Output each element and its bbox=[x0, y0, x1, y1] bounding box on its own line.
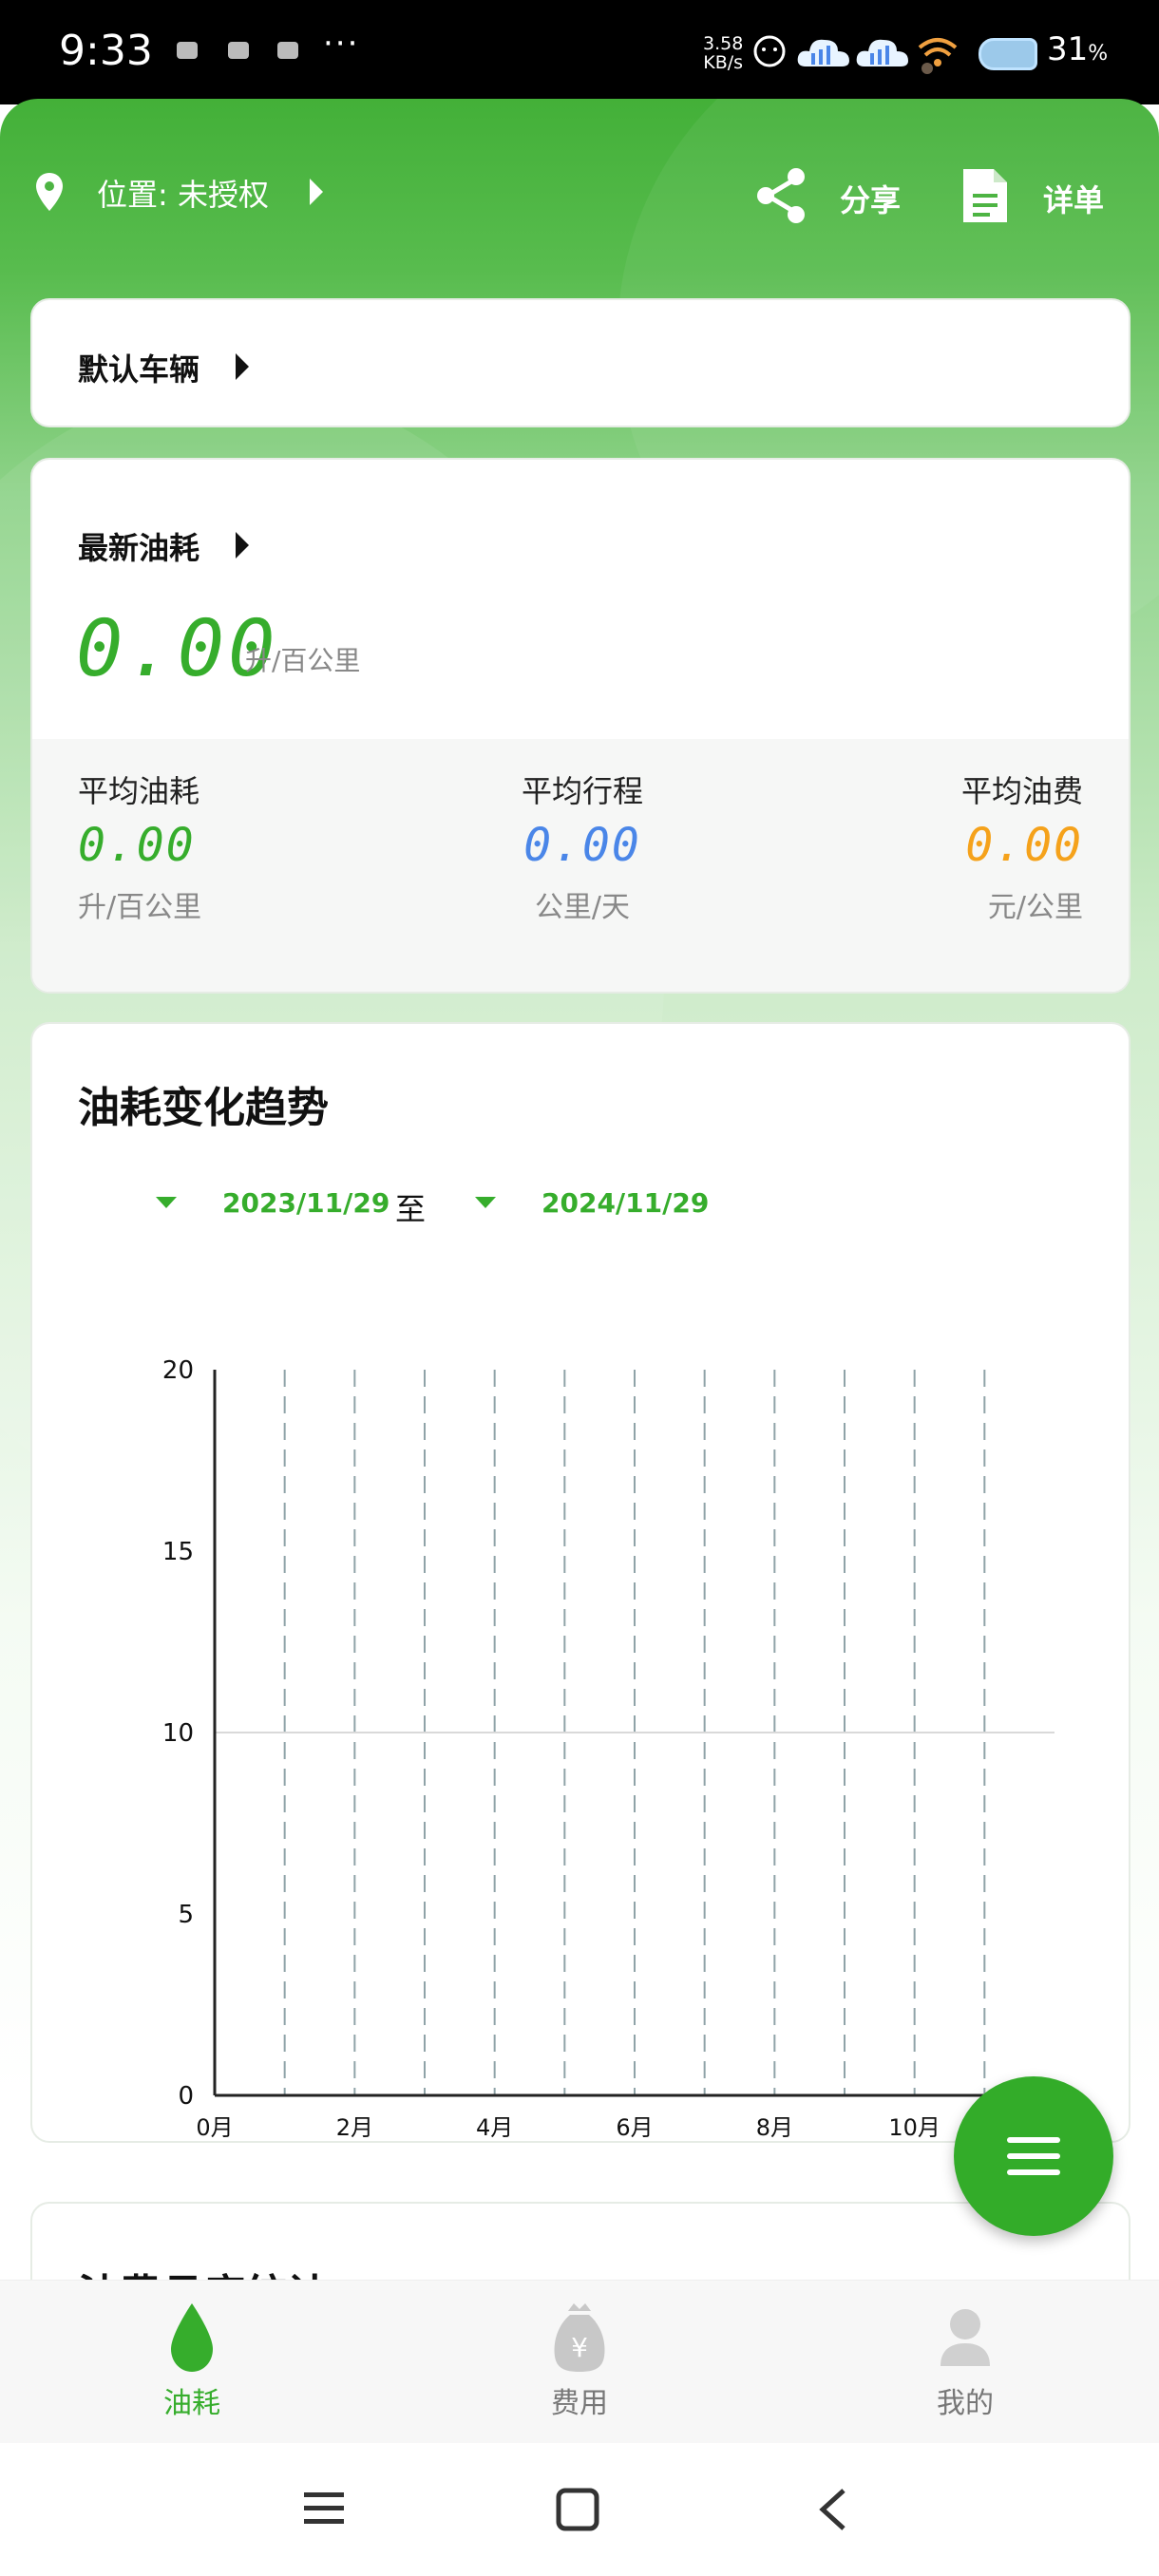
avg-fuel-cost-value: 0.00 bbox=[965, 819, 1083, 872]
caret-right-icon[interactable] bbox=[236, 532, 249, 559]
vehicle-label: 默认车辆 bbox=[78, 351, 200, 388]
tiktok-icon bbox=[277, 42, 298, 59]
share-icon[interactable] bbox=[752, 165, 809, 226]
vehicle-card[interactable]: 默认车辆 bbox=[30, 298, 1130, 427]
to-label: 至 bbox=[395, 1191, 427, 1227]
avg-trip-value: 0.00 bbox=[523, 819, 641, 872]
location-pin-icon[interactable] bbox=[34, 171, 65, 213]
profile-icon bbox=[940, 2309, 990, 2366]
svg-text:¥: ¥ bbox=[571, 2332, 588, 2363]
nav-profile-label: 我的 bbox=[937, 2387, 994, 2420]
stats-panel: 平均油耗 0.00 升/百公里 平均行程 0.00 公里/天 平均油费 0.00… bbox=[32, 739, 1129, 992]
money-bag-icon: ¥ bbox=[554, 2303, 605, 2372]
recent-apps-icon[interactable] bbox=[300, 2487, 348, 2530]
avg-consumption-value: 0.00 bbox=[78, 819, 196, 872]
nav-cost-label: 费用 bbox=[551, 2387, 608, 2420]
location-label: 位置: bbox=[97, 177, 168, 213]
y-tick-label: 0 bbox=[178, 2082, 194, 2111]
alarm-icon bbox=[753, 35, 786, 67]
nav-fuel[interactable]: 油耗 bbox=[78, 2281, 306, 2444]
battery-level: 31% bbox=[1047, 30, 1109, 68]
signal-cloud-icon bbox=[856, 39, 908, 66]
signal-cloud-icon bbox=[797, 39, 849, 66]
clock: 9:33 bbox=[59, 27, 153, 75]
top-bar: 位置: 未授权 分享 详单 bbox=[0, 152, 1159, 237]
trend-chart-card: 油耗变化趋势 2023/11/29 至 2024/11/29 0 5 10 15 20 0… bbox=[30, 1022, 1130, 2143]
x-tick-label: 8月 bbox=[756, 2114, 793, 2141]
end-date-picker[interactable]: 2024/11/29 bbox=[542, 1187, 709, 1219]
avg-consumption-stat: 平均油耗 0.00 升/百公里 bbox=[78, 739, 363, 925]
back-icon[interactable] bbox=[813, 2487, 851, 2532]
y-tick-label: 20 bbox=[162, 1356, 194, 1385]
share-button[interactable]: 分享 bbox=[840, 177, 901, 220]
nav-fuel-label: 油耗 bbox=[163, 2387, 220, 2420]
x-tick-label: 4月 bbox=[476, 2114, 513, 2141]
x-tick-label: 0月 bbox=[196, 2114, 233, 2141]
document-icon[interactable] bbox=[960, 165, 1011, 226]
y-tick-label: 5 bbox=[178, 1901, 194, 1929]
latest-consumption-card: 最新油耗 0.00 升/百公里 平均油耗 0.00 升/百公里 平均行程 0.0… bbox=[30, 458, 1130, 994]
x-tick-label: 6月 bbox=[616, 2114, 653, 2141]
avg-trip-stat: 平均行程 0.00 公里/天 bbox=[440, 739, 725, 925]
menu-icon bbox=[1007, 2137, 1060, 2143]
more-notifications-icon: ··· bbox=[323, 25, 360, 63]
home-icon[interactable] bbox=[555, 2487, 600, 2532]
dropdown-icon[interactable] bbox=[475, 1197, 496, 1208]
system-nav-bar bbox=[0, 2443, 1159, 2576]
location-value: 未授权 bbox=[177, 177, 269, 213]
caret-right-icon[interactable] bbox=[310, 179, 323, 205]
avg-fuel-cost-stat: 平均油费 0.00 元/公里 bbox=[798, 739, 1083, 925]
x-tick-label: 10月 bbox=[888, 2114, 940, 2141]
latest-consumption-unit: 升/百公里 bbox=[245, 645, 361, 676]
dropdown-icon[interactable] bbox=[156, 1197, 177, 1208]
battery-icon bbox=[978, 38, 1037, 70]
latest-consumption-label[interactable]: 最新油耗 bbox=[78, 524, 200, 568]
status-bar: 9:33 ··· 3.58 KB/s 31% bbox=[0, 0, 1159, 104]
wifi-icon bbox=[918, 38, 958, 74]
trend-chart: 051015200月2月4月6月8月10月12月 bbox=[162, 1356, 1080, 2141]
bottom-nav: 油耗 ¥ 费用 我的 bbox=[0, 2280, 1159, 2443]
network-speed: 3.58 KB/s bbox=[703, 33, 744, 73]
y-tick-label: 15 bbox=[162, 1538, 194, 1566]
notification-icon bbox=[177, 42, 198, 59]
detail-button[interactable]: 详单 bbox=[1043, 177, 1104, 220]
start-date-picker[interactable]: 2023/11/29 bbox=[222, 1187, 390, 1219]
x-tick-label: 2月 bbox=[336, 2114, 373, 2141]
location-selector[interactable]: 位置: 未授权 bbox=[97, 171, 269, 215]
nav-cost[interactable]: ¥ 费用 bbox=[466, 2281, 694, 2444]
nav-profile[interactable]: 我的 bbox=[851, 2281, 1079, 2444]
caret-right-icon bbox=[236, 353, 249, 380]
menu-fab[interactable] bbox=[954, 2076, 1113, 2236]
fuel-drop-icon bbox=[171, 2303, 213, 2372]
notification-icon bbox=[228, 42, 249, 59]
y-tick-label: 10 bbox=[162, 1719, 194, 1748]
chart-title: 油耗变化趋势 bbox=[78, 1084, 329, 1132]
